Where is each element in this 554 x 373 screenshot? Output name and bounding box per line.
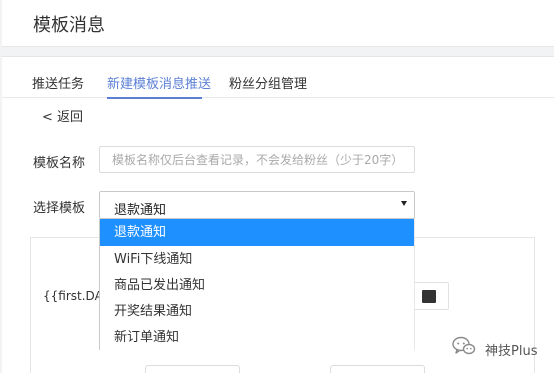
template-select-value: 退款通知 [114,203,167,218]
footer-button-left[interactable] [145,365,240,373]
tab-bar: 推送任务 新建模板消息推送 粉丝分组管理 [2,57,554,99]
dropdown-option-refund[interactable]: 退款通知 [100,219,414,246]
template-select[interactable]: 退款通知 [99,191,415,219]
watermark-text: 神技Plus [485,344,538,359]
main-panel: 推送任务 新建模板消息推送 粉丝分组管理 < 返回 模板名称 选择模板 {{fi… [2,56,554,373]
color-picker[interactable] [411,282,449,310]
tab-push-tasks[interactable]: 推送任务 [32,73,84,92]
page-title: 模板消息 [33,15,105,36]
tab-fan-groups[interactable]: 粉丝分组管理 [229,73,307,92]
dropdown-option-goods-shipped[interactable]: 商品已发出通知 [100,272,414,299]
template-dropdown: 退款通知 WiFi下线通知 商品已发出通知 开奖结果通知 新订单通知 [99,219,415,350]
wechat-icon [452,336,476,355]
template-select-label: 选择模板 [33,201,86,216]
dropdown-option-lottery-result[interactable]: 开奖结果通知 [100,298,414,325]
back-link[interactable]: < 返回 [42,106,83,125]
page-header: 模板消息 [2,0,554,47]
dropdown-option-wifi-offline[interactable]: WiFi下线通知 [100,246,414,273]
template-name-label: 模板名称 [33,156,86,171]
footer-button-right[interactable] [330,365,425,373]
active-tab-indicator [107,97,202,99]
caret-down-icon [401,201,407,206]
template-name-input[interactable] [99,146,415,173]
dropdown-option-new-order[interactable]: 新订单通知 [100,324,414,350]
tab-new-template-push[interactable]: 新建模板消息推送 [107,73,211,92]
color-swatch [422,290,436,303]
